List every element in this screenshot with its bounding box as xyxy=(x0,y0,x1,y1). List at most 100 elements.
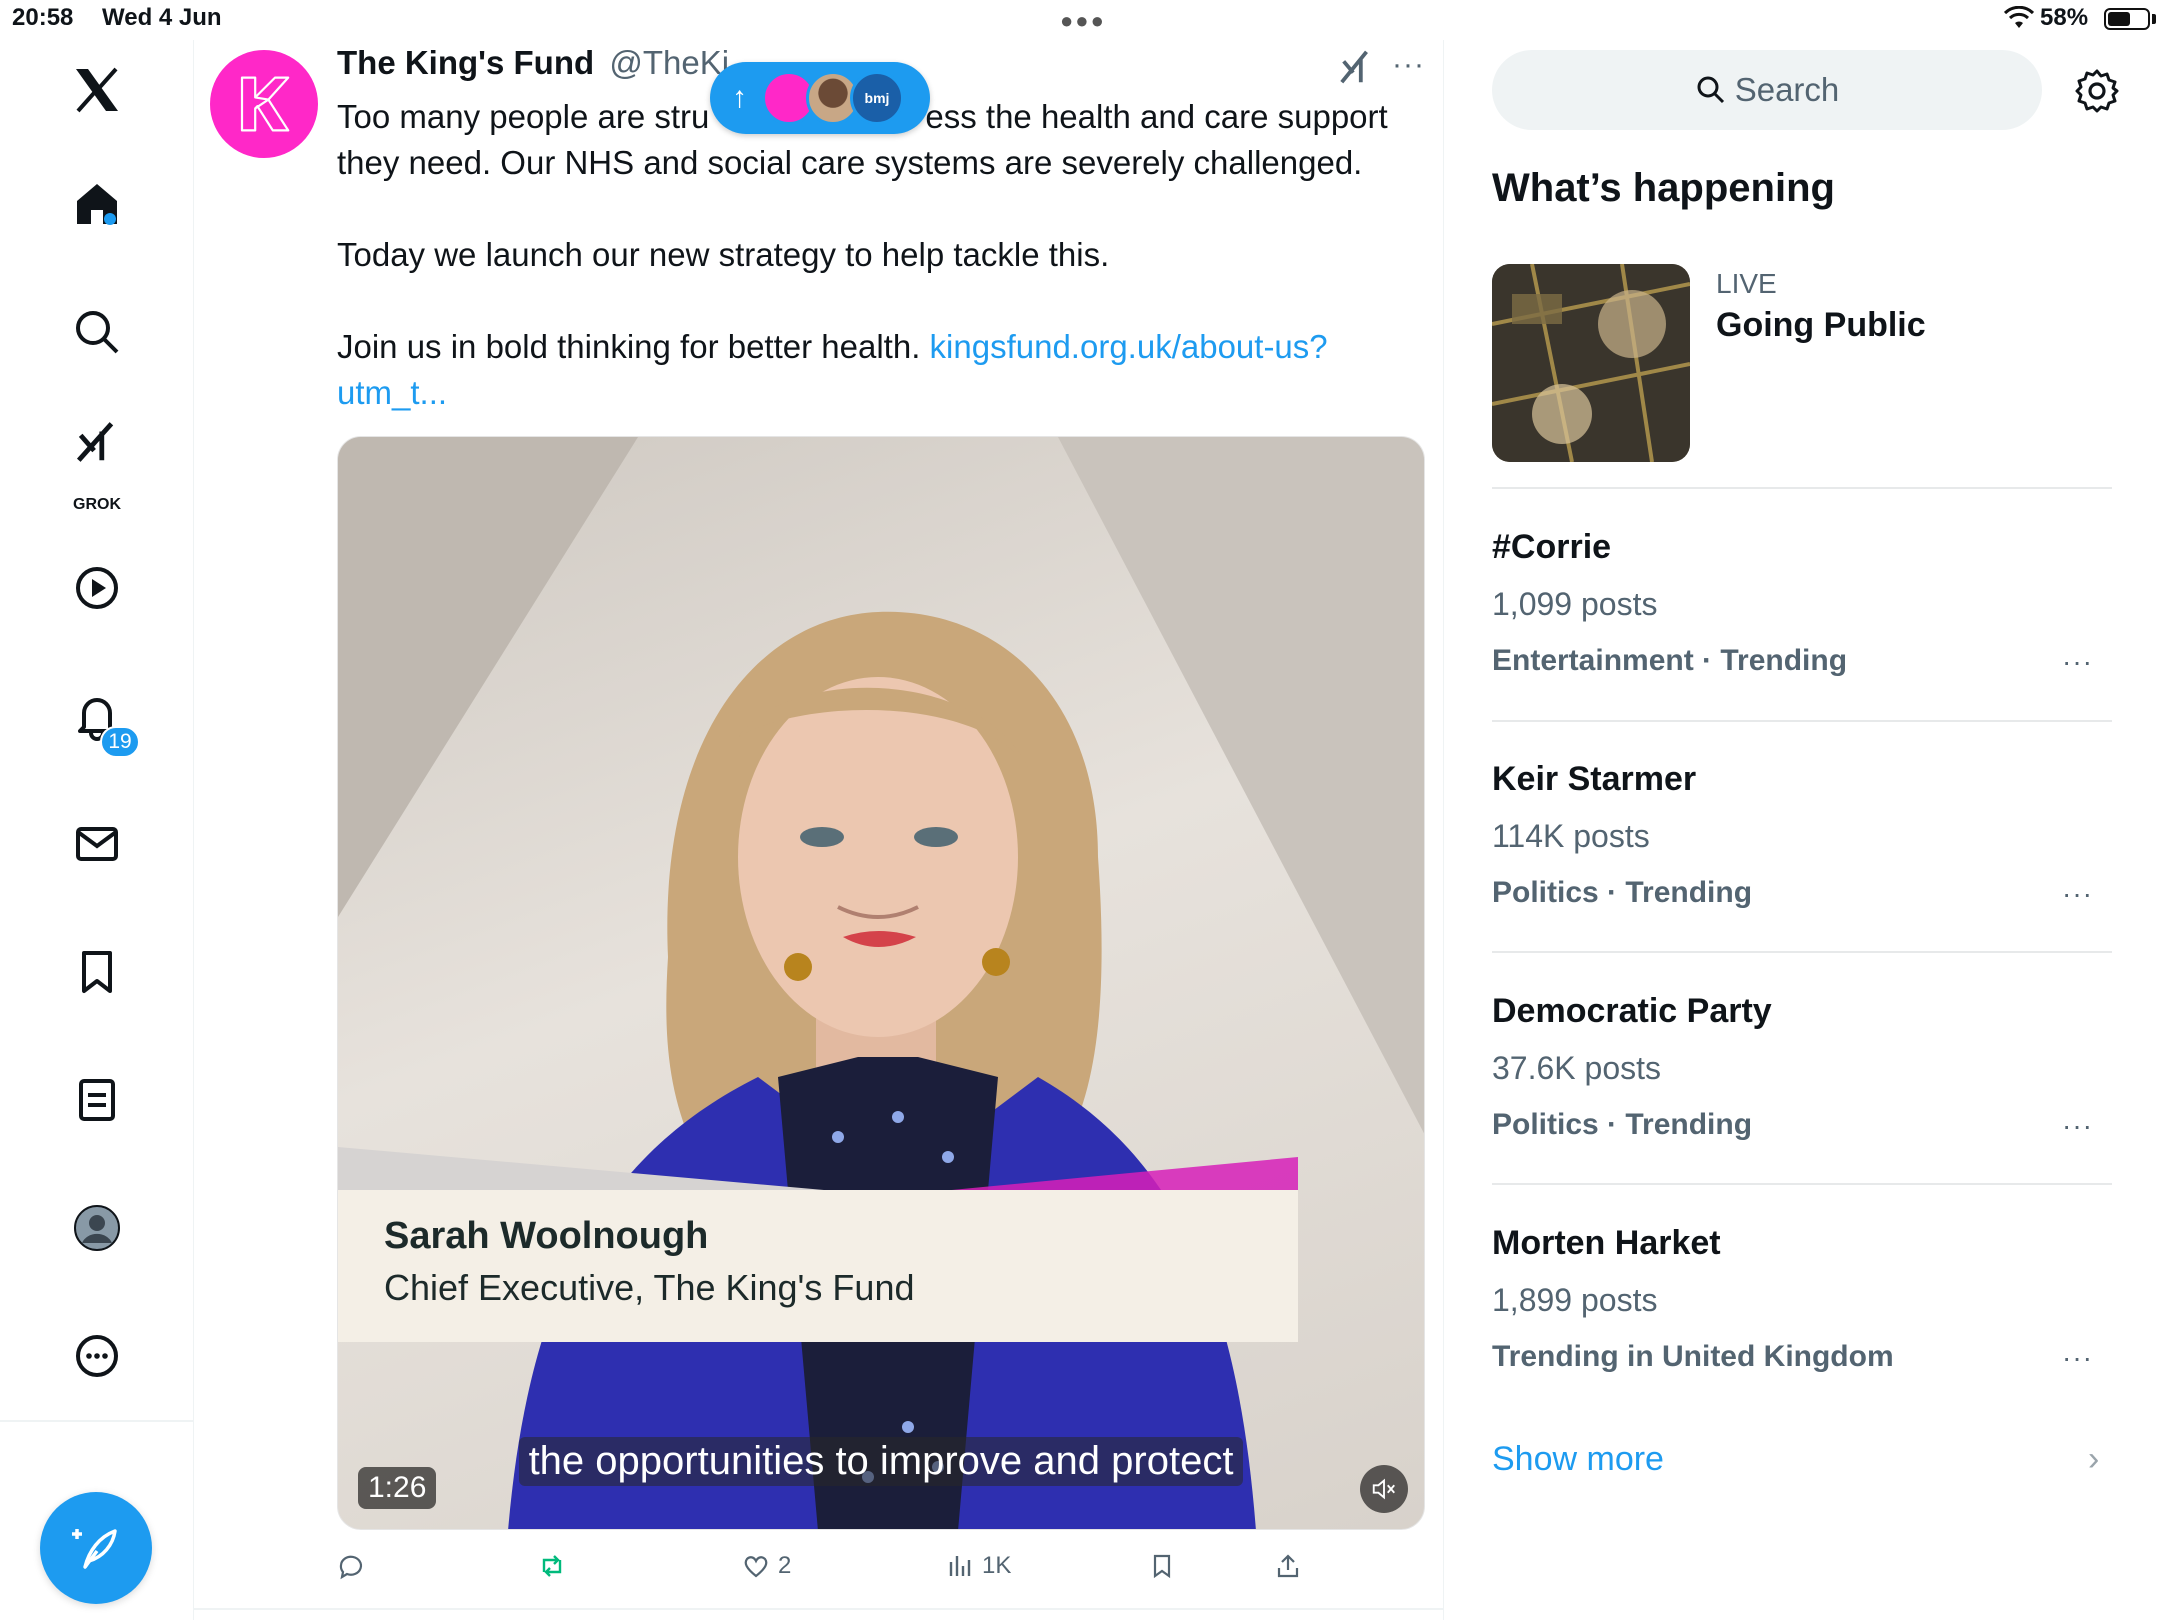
multitasking-dots-icon[interactable]: ●●● xyxy=(1060,8,1106,34)
grok-icon xyxy=(76,422,114,462)
live-tag: LIVE xyxy=(1716,268,1777,299)
video-caption: the opportunities to improve and protect xyxy=(338,1437,1424,1486)
search-placeholder: Search xyxy=(1734,71,1840,108)
list-icon xyxy=(79,1079,115,1121)
more-circle-icon xyxy=(76,1335,118,1377)
status-bar: 20:58 Wed 4 Jun ●●● 58% xyxy=(0,0,2160,40)
x-logo-icon[interactable] xyxy=(57,50,137,130)
reply-icon xyxy=(339,1555,363,1580)
tweet-body: Too many people are stru ess the health a… xyxy=(337,94,1417,416)
live-event-title[interactable]: Going Public xyxy=(1716,306,1926,345)
status-date: Wed 4 Jun xyxy=(102,4,222,31)
bookmark-icon xyxy=(1153,1554,1171,1579)
live-event-thumbnail[interactable] xyxy=(1492,264,1690,462)
nav-bookmarks[interactable] xyxy=(57,932,137,1012)
video-caption-text: the opportunities to improve and protect xyxy=(518,1437,1244,1486)
tweet-author-handle[interactable]: @TheKi xyxy=(609,44,729,81)
search-icon xyxy=(1697,76,1724,104)
trend-name[interactable]: Democratic Party xyxy=(1492,992,1772,1031)
live-event-artwork xyxy=(1492,264,1690,462)
heart-icon xyxy=(744,1556,768,1578)
view-count: 1K xyxy=(982,1552,1012,1579)
views-button[interactable]: 1K xyxy=(946,1548,1011,1584)
tweet-video[interactable]: Sarah Woolnough Chief Executive, The Kin… xyxy=(337,436,1425,1530)
grok-explain-icon[interactable] xyxy=(1338,48,1376,86)
divider xyxy=(1492,487,2112,489)
notification-badge: 19 xyxy=(100,726,140,758)
trend-category: Trending in United Kingdom xyxy=(1492,1340,1894,1373)
like-button[interactable]: 2 xyxy=(742,1548,791,1584)
battery-percent: 58% xyxy=(2040,4,2089,31)
video-duration: 1:26 xyxy=(358,1467,437,1509)
tweet-text-line-1: Too many people are stru xyxy=(337,98,710,135)
tweet-author-name[interactable]: The King's Fund xyxy=(337,44,594,81)
trend-post-count: 1,899 posts xyxy=(1492,1282,1658,1318)
nav-lists[interactable] xyxy=(57,1060,137,1140)
chevron-right-icon[interactable]: › xyxy=(2088,1440,2099,1479)
show-more-link[interactable]: Show more xyxy=(1492,1440,1664,1479)
lower-third-banner xyxy=(338,1190,1298,1342)
nav-grok[interactable]: GROK xyxy=(57,418,137,514)
repost-button[interactable] xyxy=(538,1548,566,1584)
compose-post-button[interactable] xyxy=(40,1492,152,1604)
divider xyxy=(1492,720,2112,722)
like-count: 2 xyxy=(778,1552,792,1579)
trend-post-count: 1,099 posts xyxy=(1492,586,1658,622)
views-chart-icon xyxy=(949,1556,971,1576)
trend-post-count: 114K posts xyxy=(1492,818,1650,854)
share-icon xyxy=(1277,1554,1299,1578)
nav-explore[interactable] xyxy=(57,292,137,372)
arrow-up-icon: ↑ xyxy=(732,81,747,114)
nav-video[interactable] xyxy=(57,548,137,628)
trend-post-count: 37.6K posts xyxy=(1492,1050,1661,1086)
trend-category: Politics · Trending xyxy=(1492,1108,1753,1141)
bookmark-button[interactable] xyxy=(1148,1548,1176,1584)
left-navigation: GROK 19 xyxy=(0,40,194,1620)
trend-name[interactable]: Keir Starmer xyxy=(1492,760,1696,799)
kings-fund-logo-icon xyxy=(240,76,290,132)
wifi-icon xyxy=(2004,6,2034,28)
bookmark-icon xyxy=(82,951,112,993)
grok-label: GROK xyxy=(73,496,121,513)
speaker-name: Sarah Woolnough xyxy=(384,1215,709,1257)
trend-category: Politics · Trending xyxy=(1492,876,1753,909)
trend-more-icon[interactable]: ··· xyxy=(2062,1342,2093,1374)
divider xyxy=(1492,951,2112,953)
trend-category: Entertainment · Trending xyxy=(1492,644,1848,677)
mail-icon xyxy=(76,827,118,861)
profile-avatar-icon xyxy=(74,1205,120,1251)
tweet-divider xyxy=(194,1608,1444,1610)
play-icon xyxy=(76,567,118,609)
nav-home[interactable] xyxy=(57,164,137,244)
nav-more[interactable] xyxy=(57,1316,137,1396)
share-button[interactable] xyxy=(1274,1548,1302,1584)
tweet-header: The King's Fund @TheKi xyxy=(337,44,729,82)
trend-name[interactable]: Morten Harket xyxy=(1492,1224,1721,1263)
nav-messages[interactable] xyxy=(57,804,137,884)
repost-icon xyxy=(542,1555,562,1577)
video-frame-illustration xyxy=(338,437,1424,1529)
status-time: 20:58 xyxy=(12,4,74,31)
mute-button[interactable] xyxy=(1360,1465,1408,1513)
new-posts-pill[interactable]: ↑ bmj xyxy=(710,62,930,134)
trend-more-icon[interactable]: ··· xyxy=(2062,646,2093,678)
divider xyxy=(1492,1183,2112,1185)
search-input[interactable]: Search xyxy=(1492,50,2042,130)
nav-profile[interactable] xyxy=(57,1188,137,1268)
trend-name[interactable]: #Corrie xyxy=(1492,528,1611,567)
compose-feather-icon xyxy=(72,1529,117,1569)
reply-button[interactable] xyxy=(337,1548,365,1584)
pill-avatar: bmj xyxy=(850,71,904,125)
home-unread-dot xyxy=(104,213,116,225)
speaker-title: Chief Executive, The King's Fund xyxy=(384,1267,915,1308)
search-icon xyxy=(76,311,119,354)
muted-speaker-icon xyxy=(1372,1478,1395,1500)
whats-happening-heading: What’s happening xyxy=(1492,166,1835,210)
trend-more-icon[interactable]: ··· xyxy=(2062,1110,2093,1142)
settings-gear-icon[interactable] xyxy=(2074,68,2120,114)
trend-more-icon[interactable]: ··· xyxy=(2062,878,2093,910)
tweet-text-line-2: Today we launch our new strategy to help… xyxy=(337,236,1110,273)
kings-fund-avatar[interactable] xyxy=(210,50,318,158)
tweet-more-icon[interactable]: ··· xyxy=(1392,48,1425,82)
tweet-text-line-3: Join us in bold thinking for better heal… xyxy=(337,328,930,365)
